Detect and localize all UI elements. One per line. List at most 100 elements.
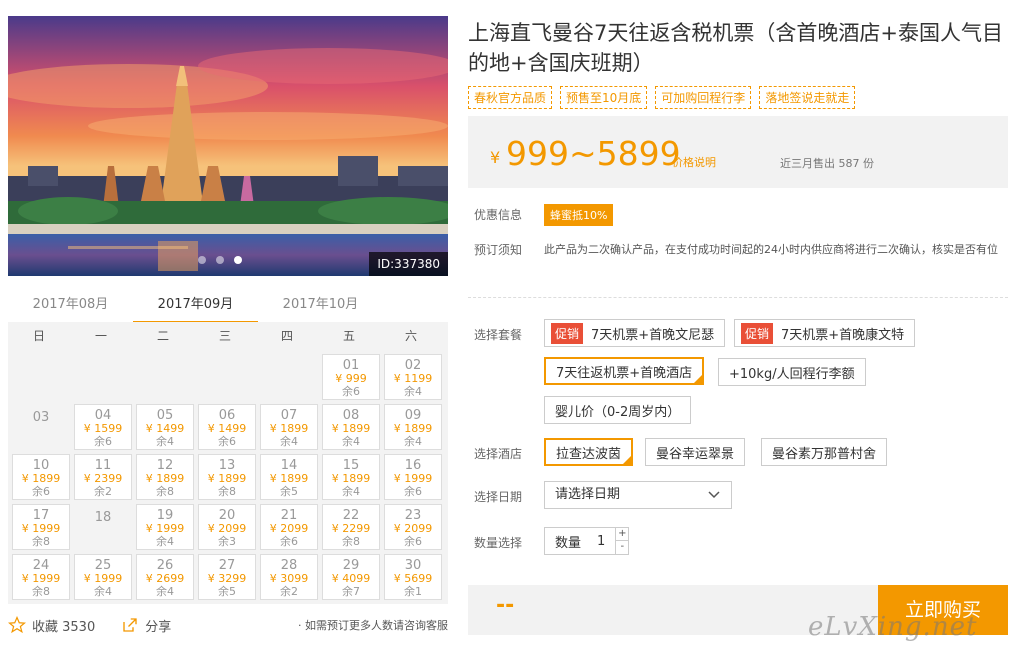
day-stock: 余4: [342, 435, 360, 448]
weekday-label: 一: [94, 329, 107, 343]
tab-month-oct[interactable]: 2017年10月: [258, 290, 383, 324]
package-option-label: +10kg/人回程行李额: [729, 366, 855, 382]
calendar-day[interactable]: 01 ¥ 999 余6: [322, 354, 380, 400]
carousel-dot[interactable]: [198, 256, 206, 264]
day-price: ¥ 2099: [269, 522, 309, 535]
calendar-day[interactable]: 27 ¥ 3299 余5: [198, 554, 256, 600]
calendar-day[interactable]: 29 ¥ 4099 余7: [322, 554, 380, 600]
hotel-option[interactable]: 曼谷幸运翠景: [645, 438, 746, 466]
day-stock: 余2: [280, 585, 298, 598]
tab-month-sep[interactable]: 2017年09月: [133, 290, 258, 324]
calendar-day[interactable]: 15 ¥ 1899 余4: [322, 454, 380, 500]
weekday-label: 五: [342, 329, 355, 343]
notice-label: 预订须知: [474, 243, 523, 257]
day-stock: 余4: [156, 435, 174, 448]
calendar-day[interactable]: 25 ¥ 1999 余4: [74, 554, 132, 600]
calendar-day[interactable]: 14 ¥ 1899 余5: [260, 454, 318, 500]
date-label: 选择日期: [474, 490, 523, 504]
calendar-day[interactable]: 20 ¥ 2099 余3: [198, 504, 256, 550]
share-button[interactable]: 分享: [121, 616, 171, 635]
booking-notice: 此产品为二次确认产品，在支付成功时间起的24小时内供应商将进行二次确认，核实是否…: [544, 243, 998, 256]
hotel-option[interactable]: 曼谷素万那普村舍: [761, 438, 888, 466]
day-stock: 余4: [156, 585, 174, 598]
day-price: ¥ 1999: [21, 522, 61, 535]
day-number: 07: [280, 408, 298, 423]
decrement-button[interactable]: -: [616, 541, 628, 554]
carousel-dot-active[interactable]: [234, 256, 242, 264]
calendar-day[interactable]: 05 ¥ 1499 余4: [136, 404, 194, 450]
calendar-day[interactable]: 12 ¥ 1899 余8: [136, 454, 194, 500]
hotel-option-label: 拉查达波茵: [556, 446, 622, 462]
calendar-day: 18: [74, 504, 132, 550]
day-stock: 余8: [156, 485, 174, 498]
calendar-day[interactable]: 26 ¥ 2699 余4: [136, 554, 194, 600]
package-option-selected[interactable]: 7天往返机票+首晚酒店: [544, 357, 705, 385]
date-select[interactable]: 请选择日期: [544, 481, 732, 509]
day-stock: 余8: [342, 535, 360, 548]
day-stock: 余6: [32, 485, 50, 498]
product-id-label: ID:337380: [369, 252, 448, 276]
weekday-label: 二: [156, 329, 169, 343]
calendar-day[interactable]: 06 ¥ 1499 余6: [198, 404, 256, 450]
day-stock: 余3: [218, 535, 236, 548]
site-watermark: eLvXing.net: [808, 612, 978, 642]
calendar-day[interactable]: 19 ¥ 1999 余4: [136, 504, 194, 550]
calendar-day[interactable]: 10 ¥ 1899 余6: [12, 454, 70, 500]
day-price: ¥ 1599: [83, 422, 123, 435]
day-price: ¥ 1899: [207, 472, 247, 485]
calendar-day[interactable]: 04 ¥ 1599 余6: [74, 404, 132, 450]
day-price: ¥ 1899: [393, 422, 433, 435]
tab-month-aug[interactable]: 2017年08月: [8, 290, 133, 324]
quantity-value[interactable]: 1: [587, 534, 615, 549]
promo-badge: 促销: [551, 322, 584, 344]
price-explanation-link[interactable]: 价格说明: [672, 154, 716, 170]
calendar-day[interactable]: 24 ¥ 1999 余8: [12, 554, 70, 600]
package-option[interactable]: 婴儿价（0-2周岁内）: [544, 396, 692, 424]
selected-check-icon: [693, 374, 704, 384]
day-number: 18: [94, 510, 112, 525]
favorite-button[interactable]: 收藏 3530: [8, 616, 95, 635]
day-stock: 余4: [404, 385, 422, 398]
calendar-day[interactable]: 21 ¥ 2099 余6: [260, 504, 318, 550]
calendar-day[interactable]: 08 ¥ 1899 余4: [322, 404, 380, 450]
package-option[interactable]: 促销 7天机票+首晚康文特: [734, 319, 916, 347]
divider: [468, 297, 1008, 298]
package-label: 选择套餐: [474, 328, 523, 342]
day-number: 19: [156, 508, 174, 523]
day-number: 02: [404, 358, 422, 373]
day-price: ¥ 1899: [269, 422, 309, 435]
package-option[interactable]: 促销 7天机票+首晚文尼瑟: [544, 319, 726, 347]
increment-button[interactable]: +: [616, 528, 629, 541]
day-number: 09: [404, 408, 422, 423]
day-number: 20: [218, 508, 236, 523]
day-number: 16: [404, 458, 422, 473]
calendar-day[interactable]: 13 ¥ 1899 余8: [198, 454, 256, 500]
day-stock: 余4: [404, 435, 422, 448]
calendar-day[interactable]: 30 ¥ 5699 余1: [384, 554, 442, 600]
calendar-day[interactable]: 07 ¥ 1899 余4: [260, 404, 318, 450]
calendar-day[interactable]: 23 ¥ 2099 余6: [384, 504, 442, 550]
day-number: 06: [218, 408, 236, 423]
day-stock: 余1: [404, 585, 422, 598]
calendar-day[interactable]: 09 ¥ 1899 余4: [384, 404, 442, 450]
calendar-day[interactable]: 28 ¥ 3099 余2: [260, 554, 318, 600]
calendar-day[interactable]: 02 ¥ 1199 余4: [384, 354, 442, 400]
product-tag: 落地签说走就走: [759, 86, 856, 109]
day-number: 28: [280, 558, 298, 573]
package-option[interactable]: +10kg/人回程行李额: [718, 358, 866, 386]
calendar-day[interactable]: 17 ¥ 1999 余8: [12, 504, 70, 550]
product-hero-image[interactable]: ID:337380: [8, 16, 448, 276]
promo-badge: 促销: [741, 322, 774, 344]
product-tags: 春秋官方品质 预售至10月底 可加购回程行李 落地签说走就走: [468, 86, 856, 109]
calendar-day[interactable]: 16 ¥ 1999 余6: [384, 454, 442, 500]
month-tabs: 2017年08月 2017年09月 2017年10月: [8, 290, 448, 324]
day-number: 26: [156, 558, 174, 573]
hotel-option-selected[interactable]: 拉查达波茵: [544, 438, 634, 466]
calendar-day[interactable]: 11 ¥ 2399 余2: [74, 454, 132, 500]
carousel-dot[interactable]: [216, 256, 224, 264]
day-price: ¥ 1999: [83, 572, 123, 585]
discount-badge: 蜂蜜抵10%: [544, 204, 614, 226]
quantity-stepper: 数量 1 + -: [544, 527, 630, 555]
calendar-day[interactable]: 22 ¥ 2299 余8: [322, 504, 380, 550]
day-stock: 余6: [218, 435, 236, 448]
